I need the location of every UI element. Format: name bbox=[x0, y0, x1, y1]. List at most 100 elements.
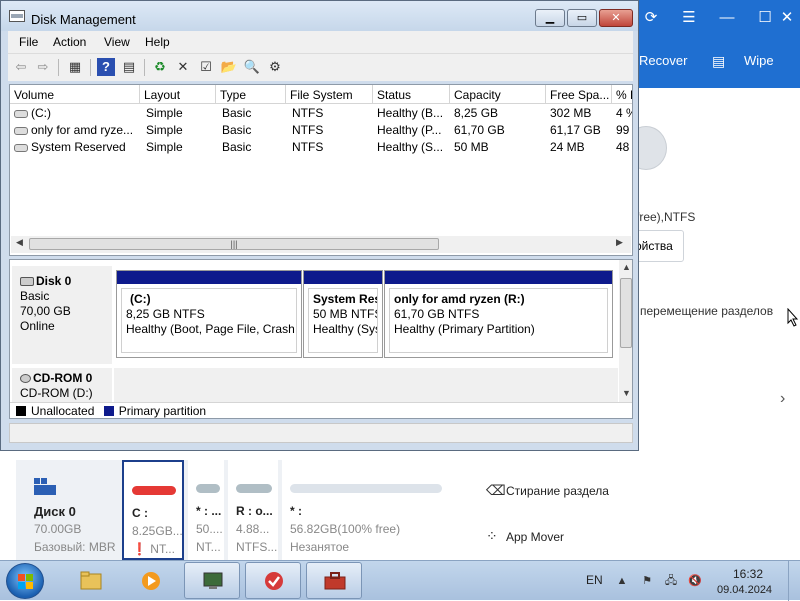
column-status[interactable]: Status bbox=[373, 85, 450, 104]
open-folder-icon[interactable]: 📂 bbox=[220, 58, 238, 76]
clock-date[interactable]: 09.04.2024 bbox=[717, 584, 772, 596]
partition-card-unallocated[interactable]: * : 56.82GB(100% free) Незанятое bbox=[282, 460, 451, 560]
primary-partition-bar bbox=[385, 271, 612, 284]
maximize-icon[interactable]: ☐ bbox=[754, 8, 776, 28]
partition-status: Healthy (Sys bbox=[313, 322, 378, 336]
partition-card-r[interactable]: R : o... 4.88... NTFS... bbox=[228, 460, 278, 560]
cdrom-area[interactable] bbox=[114, 368, 618, 404]
partition-fs: ❗ NT... bbox=[132, 542, 175, 556]
volume-cell: System Reserved bbox=[10, 140, 140, 154]
recover-button[interactable]: Recover bbox=[639, 53, 687, 68]
disk0-info[interactable]: Disk 0 Basic 70,00 GB Online bbox=[12, 266, 112, 364]
partition-size: 50 MB NTFS bbox=[313, 307, 378, 321]
partition-details: System Res 50 MB NTFS Healthy (Sys bbox=[308, 288, 378, 353]
minimize-icon[interactable]: — bbox=[716, 8, 738, 28]
column-file-system[interactable]: File System bbox=[286, 85, 373, 104]
network-icon[interactable]: 🖧 bbox=[664, 574, 678, 588]
cdrom-info[interactable]: CD-ROM 0 CD-ROM (D:) bbox=[12, 368, 112, 404]
refresh-icon[interactable]: ⟳ bbox=[640, 8, 662, 28]
column-capacity[interactable]: Capacity bbox=[450, 85, 546, 104]
partition-system-reserved[interactable]: System Res 50 MB NTFS Healthy (Sys bbox=[303, 270, 383, 358]
forward-arrow-icon[interactable]: ⇨ bbox=[34, 58, 52, 76]
menu-view[interactable]: View bbox=[104, 35, 130, 49]
app-mover-icon: ⁘ bbox=[486, 528, 498, 544]
close-button[interactable]: ✕ bbox=[599, 9, 633, 27]
scroll-down-icon[interactable]: ▼ bbox=[622, 388, 631, 398]
settings-icon[interactable]: ⚙ bbox=[266, 58, 284, 76]
delete-icon[interactable]: ✕ bbox=[174, 58, 192, 76]
fs-cell: NTFS bbox=[292, 140, 324, 154]
checklist-icon[interactable]: ☑ bbox=[197, 58, 215, 76]
search-icon[interactable]: 🔍 bbox=[243, 58, 261, 76]
window-titlebar[interactable]: Disk Management ▁ ▭ ✕ bbox=[1, 1, 638, 31]
horizontal-scrollbar[interactable]: ◀ ||| ▶ bbox=[11, 236, 631, 253]
scroll-right-icon[interactable]: ▶ bbox=[616, 237, 623, 248]
start-button[interactable] bbox=[6, 563, 44, 599]
partition-name: only for amd ryzen (R:) bbox=[394, 292, 525, 306]
show-desktop-button[interactable] bbox=[788, 561, 800, 601]
action-center-flag-icon[interactable]: ⚑ bbox=[640, 574, 654, 588]
partition-label: R : o... bbox=[236, 504, 273, 518]
scroll-up-icon[interactable]: ▲ bbox=[622, 262, 631, 272]
scrollbar-thumb[interactable] bbox=[620, 278, 632, 348]
volume-muted-icon[interactable]: 🔇 bbox=[688, 574, 702, 588]
properties-icon[interactable]: ▤ bbox=[120, 58, 138, 76]
column-percent-free[interactable]: % F bbox=[612, 85, 632, 104]
table-row[interactable]: (C:) Simple Basic NTFS Healthy (B... 8,2… bbox=[10, 105, 632, 122]
partition-card-system[interactable]: * : ... 50.... NT... bbox=[188, 460, 224, 560]
taskbar-explorer[interactable] bbox=[62, 562, 118, 599]
clock-time[interactable]: 16:32 bbox=[733, 567, 763, 581]
back-arrow-icon[interactable]: ⇦ bbox=[12, 58, 30, 76]
disk0-card[interactable]: Диск 0 70.00GB Базовый: MBR bbox=[16, 460, 118, 560]
show-hide-tree-icon[interactable]: ▦ bbox=[66, 58, 84, 76]
disk0-name: Диск 0 bbox=[34, 504, 76, 519]
maximize-button[interactable]: ▭ bbox=[567, 9, 597, 27]
taskbar-disk-management[interactable] bbox=[184, 562, 240, 599]
type-cell: Basic bbox=[222, 140, 252, 154]
partition-status: Healthy (Primary Partition) bbox=[394, 322, 535, 336]
table-row[interactable]: System Reserved Simple Basic NTFS Health… bbox=[10, 139, 632, 156]
help-icon[interactable]: ? bbox=[97, 58, 115, 76]
column-layout[interactable]: Layout bbox=[140, 85, 216, 104]
column-volume[interactable]: Volume bbox=[10, 85, 140, 104]
scrollbar-thumb[interactable]: ||| bbox=[29, 238, 439, 250]
move-partition-text[interactable]: перемещение разделов bbox=[640, 304, 773, 318]
disk0-title: Disk 0 bbox=[20, 274, 112, 289]
partition-r[interactable]: only for amd ryzen (R:) 61,70 GB NTFS He… bbox=[384, 270, 613, 358]
menu-action[interactable]: Action bbox=[53, 35, 86, 49]
scroll-left-icon[interactable]: ◀ bbox=[16, 237, 23, 248]
mouse-cursor-icon bbox=[787, 308, 799, 327]
vertical-scrollbar[interactable]: ▲ ▼ bbox=[619, 260, 632, 402]
bg-action-list: ⌫Стирание раздела ⁘ App Mover bbox=[470, 460, 800, 560]
wipe-button[interactable]: Wipe bbox=[744, 53, 774, 68]
menu-file[interactable]: File bbox=[19, 35, 38, 49]
legend: Unallocated Primary partition bbox=[10, 402, 632, 418]
taskbar-toolbox[interactable] bbox=[306, 562, 362, 599]
taskbar: EN ▲ ⚑ 🖧 🔇 16:32 09.04.2024 bbox=[0, 560, 800, 601]
taskbar-media-player[interactable] bbox=[122, 562, 178, 599]
menu-icon[interactable]: ☰ bbox=[678, 8, 700, 28]
table-row[interactable]: only for amd ryze... Simple Basic NTFS H… bbox=[10, 122, 632, 139]
language-indicator[interactable]: EN bbox=[586, 573, 603, 587]
partition-c[interactable]: (C:) 8,25 GB NTFS Healthy (Boot, Page Fi… bbox=[116, 270, 302, 358]
app-mover-item[interactable]: ⁘ App Mover bbox=[486, 528, 564, 545]
primary-partition-bar bbox=[117, 271, 301, 284]
menu-help[interactable]: Help bbox=[145, 35, 170, 49]
show-hidden-icons-icon[interactable]: ▲ bbox=[615, 574, 629, 588]
chevron-right-icon[interactable]: › bbox=[780, 390, 785, 408]
capacity-cell: 50 MB bbox=[454, 140, 489, 154]
refresh-icon[interactable]: ♻ bbox=[151, 58, 169, 76]
cdrom-title: CD-ROM 0 bbox=[20, 371, 112, 386]
partition-status: Healthy (Boot, Page File, Crash D bbox=[126, 322, 297, 336]
column-free-space[interactable]: Free Spa... bbox=[546, 85, 612, 104]
legend-primary: Primary partition bbox=[118, 404, 207, 418]
column-type[interactable]: Type bbox=[216, 85, 286, 104]
partition-fs: NT... bbox=[196, 540, 221, 554]
minimize-button[interactable]: ▁ bbox=[535, 9, 565, 27]
app-mover-label: App Mover bbox=[506, 530, 565, 544]
fs-cell: NTFS bbox=[292, 106, 324, 120]
close-icon[interactable]: ✕ bbox=[776, 8, 798, 28]
wipe-partition-item[interactable]: ⌫Стирание раздела bbox=[486, 482, 609, 499]
taskbar-partition-tool[interactable] bbox=[245, 562, 301, 599]
partition-card-c[interactable]: C : 8.25GB... ❗ NT... bbox=[122, 460, 184, 560]
